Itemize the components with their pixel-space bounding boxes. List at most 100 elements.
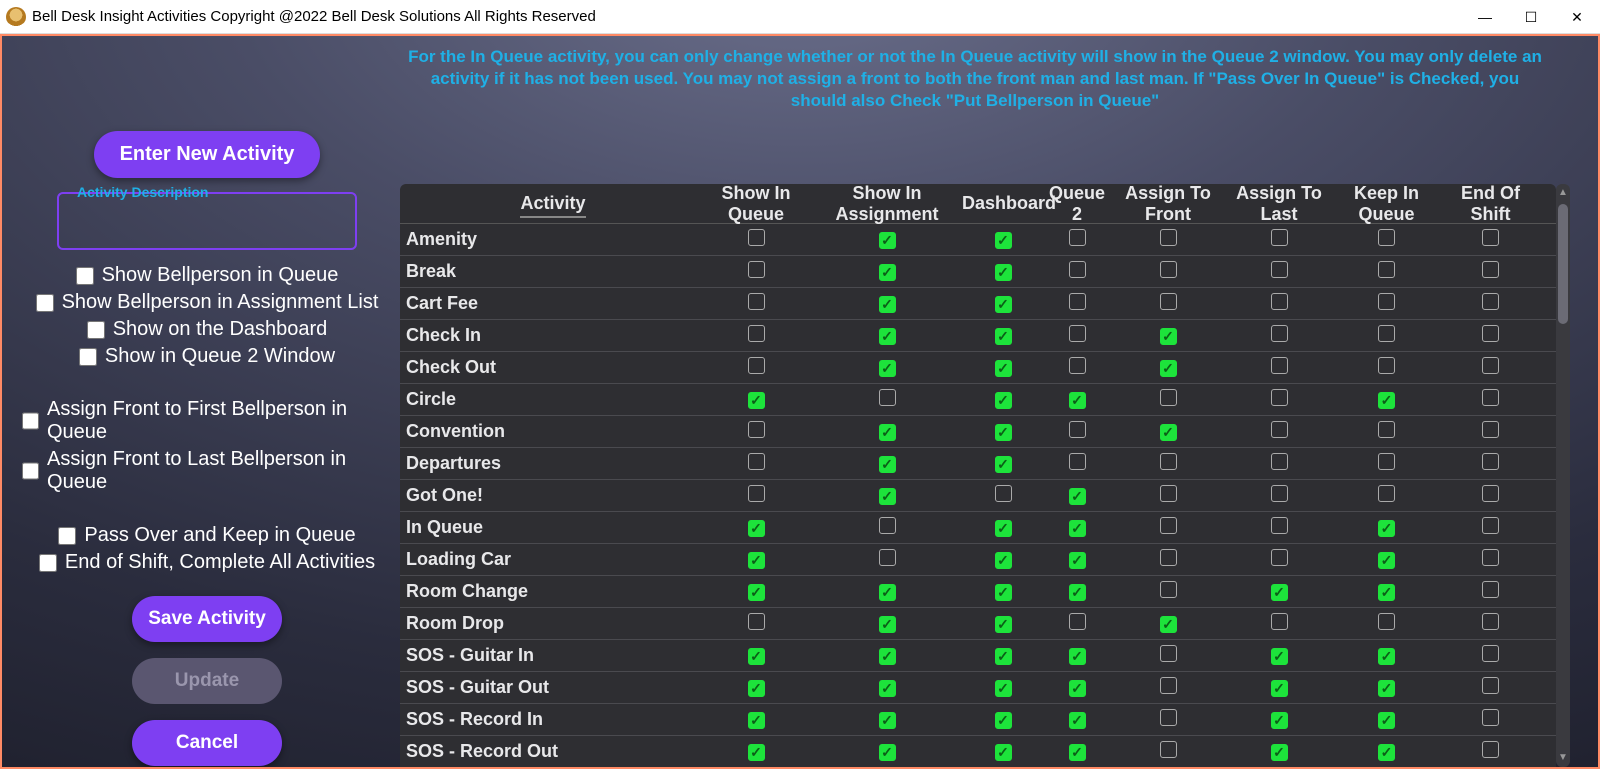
grid-checkbox[interactable] <box>1160 328 1177 345</box>
grid-checkbox[interactable] <box>1160 549 1177 566</box>
activity-description-field[interactable]: Activity Description <box>57 192 357 250</box>
grid-checkbox[interactable] <box>748 680 765 697</box>
grid-checkbox[interactable] <box>995 616 1012 633</box>
grid-checkbox[interactable] <box>879 712 896 729</box>
grid-checkbox[interactable] <box>879 648 896 665</box>
grid-checkbox[interactable] <box>748 261 765 278</box>
grid-checkbox[interactable] <box>1069 552 1086 569</box>
header-assign-last[interactable]: Assign To Last <box>1226 184 1332 225</box>
grid-checkbox[interactable] <box>879 264 896 281</box>
grid-checkbox[interactable] <box>995 328 1012 345</box>
header-assign-front[interactable]: Assign To Front <box>1110 184 1226 225</box>
grid-checkbox[interactable] <box>879 680 896 697</box>
grid-checkbox[interactable] <box>1378 357 1395 374</box>
grid-checkbox[interactable] <box>1378 293 1395 310</box>
table-row[interactable]: SOS - Record Out <box>400 736 1556 767</box>
grid-checkbox[interactable] <box>879 328 896 345</box>
grid-checkbox[interactable] <box>1069 392 1086 409</box>
grid-checkbox[interactable] <box>748 613 765 630</box>
grid-checkbox[interactable] <box>995 456 1012 473</box>
grid-checkbox[interactable] <box>1160 581 1177 598</box>
table-row[interactable]: SOS - Record In <box>400 704 1556 736</box>
grid-checkbox[interactable] <box>1271 549 1288 566</box>
check-show-queue2[interactable]: Show in Queue 2 Window <box>22 345 392 368</box>
grid-checkbox[interactable] <box>995 232 1012 249</box>
grid-checkbox[interactable] <box>879 517 896 534</box>
grid-checkbox[interactable] <box>995 648 1012 665</box>
header-queue2[interactable]: Queue 2 <box>1044 184 1110 225</box>
table-row[interactable]: In Queue <box>400 512 1556 544</box>
grid-checkbox[interactable] <box>748 744 765 761</box>
checkbox[interactable] <box>58 527 76 545</box>
grid-checkbox[interactable] <box>1271 584 1288 601</box>
grid-checkbox[interactable] <box>1069 325 1086 342</box>
grid-checkbox[interactable] <box>1160 360 1177 377</box>
grid-checkbox[interactable] <box>1378 520 1395 537</box>
grid-checkbox[interactable] <box>1482 421 1499 438</box>
table-row[interactable]: Loading Car <box>400 544 1556 576</box>
enter-new-activity-button[interactable]: Enter New Activity <box>94 131 321 178</box>
grid-checkbox[interactable] <box>879 296 896 313</box>
checkbox[interactable] <box>79 348 97 366</box>
grid-checkbox[interactable] <box>1378 712 1395 729</box>
grid-checkbox[interactable] <box>1378 392 1395 409</box>
table-row[interactable]: Circle <box>400 384 1556 416</box>
table-row[interactable]: Amenity <box>400 224 1556 256</box>
table-scrollbar[interactable]: ▲ ▼ <box>1556 184 1570 767</box>
grid-checkbox[interactable] <box>1271 421 1288 438</box>
header-activity[interactable]: Activity <box>520 193 585 218</box>
grid-checkbox[interactable] <box>1069 421 1086 438</box>
grid-checkbox[interactable] <box>1482 229 1499 246</box>
grid-checkbox[interactable] <box>748 325 765 342</box>
table-row[interactable]: Check Out <box>400 352 1556 384</box>
grid-checkbox[interactable] <box>879 488 896 505</box>
scroll-up-icon[interactable]: ▲ <box>1556 184 1570 202</box>
grid-checkbox[interactable] <box>879 424 896 441</box>
grid-checkbox[interactable] <box>1160 517 1177 534</box>
grid-checkbox[interactable] <box>1271 517 1288 534</box>
grid-checkbox[interactable] <box>748 552 765 569</box>
scroll-thumb[interactable] <box>1558 204 1568 324</box>
check-assign-last[interactable]: Assign Front to Last Bellperson in Queue <box>22 448 392 494</box>
minimize-button[interactable]: — <box>1462 0 1508 34</box>
grid-checkbox[interactable] <box>879 616 896 633</box>
grid-checkbox[interactable] <box>1271 485 1288 502</box>
grid-checkbox[interactable] <box>995 424 1012 441</box>
grid-checkbox[interactable] <box>1482 645 1499 662</box>
grid-checkbox[interactable] <box>1069 584 1086 601</box>
header-dashboard[interactable]: Dashboard <box>962 193 1044 214</box>
checkbox[interactable] <box>87 321 105 339</box>
grid-checkbox[interactable] <box>1482 453 1499 470</box>
grid-checkbox[interactable] <box>1482 677 1499 694</box>
grid-checkbox[interactable] <box>1069 229 1086 246</box>
grid-checkbox[interactable] <box>748 520 765 537</box>
grid-checkbox[interactable] <box>1378 613 1395 630</box>
grid-checkbox[interactable] <box>879 549 896 566</box>
table-row[interactable]: Break <box>400 256 1556 288</box>
checkbox[interactable] <box>22 412 39 430</box>
header-keep-in-queue[interactable]: Keep In Queue <box>1332 184 1441 225</box>
check-show-bp-queue[interactable]: Show Bellperson in Queue <box>22 264 392 287</box>
grid-checkbox[interactable] <box>995 520 1012 537</box>
grid-checkbox[interactable] <box>1482 517 1499 534</box>
grid-checkbox[interactable] <box>995 264 1012 281</box>
table-row[interactable]: Room Drop <box>400 608 1556 640</box>
grid-checkbox[interactable] <box>1271 357 1288 374</box>
grid-checkbox[interactable] <box>879 389 896 406</box>
header-end-of-shift[interactable]: End Of Shift <box>1441 184 1540 225</box>
grid-checkbox[interactable] <box>1160 741 1177 758</box>
grid-checkbox[interactable] <box>748 293 765 310</box>
check-end-shift[interactable]: End of Shift, Complete All Activities <box>22 551 392 574</box>
grid-checkbox[interactable] <box>1069 261 1086 278</box>
grid-checkbox[interactable] <box>1482 293 1499 310</box>
grid-checkbox[interactable] <box>1069 520 1086 537</box>
grid-checkbox[interactable] <box>995 552 1012 569</box>
save-activity-button[interactable]: Save Activity <box>132 596 282 642</box>
check-pass-over[interactable]: Pass Over and Keep in Queue <box>22 524 392 547</box>
grid-checkbox[interactable] <box>879 456 896 473</box>
table-row[interactable]: Room Change <box>400 576 1556 608</box>
grid-checkbox[interactable] <box>748 648 765 665</box>
grid-checkbox[interactable] <box>1378 648 1395 665</box>
grid-checkbox[interactable] <box>1378 261 1395 278</box>
grid-checkbox[interactable] <box>748 584 765 601</box>
